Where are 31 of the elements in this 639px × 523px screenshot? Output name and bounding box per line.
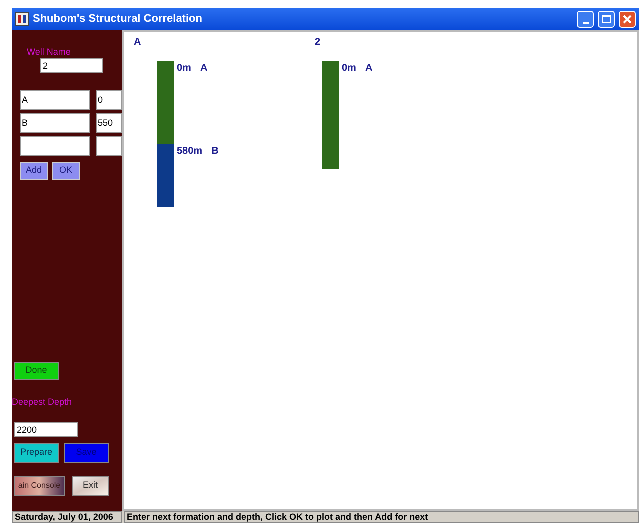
formation-label: B — [212, 146, 219, 158]
depth-field[interactable] — [96, 136, 122, 156]
status-message: Enter next formation and depth, Click OK to plot and then Add for next — [124, 511, 639, 523]
well-name: 2 — [315, 37, 321, 49]
exit-button[interactable]: Exit — [72, 476, 109, 496]
formation-field[interactable]: A — [20, 90, 90, 110]
formation-label: A — [365, 63, 373, 75]
well-name-field[interactable]: 2 — [40, 58, 103, 73]
close-icon — [623, 14, 632, 24]
deepest-depth-field[interactable]: 2200 — [14, 422, 78, 437]
deepest-depth-label: Deepest Depth — [12, 397, 72, 407]
window-title: Shubom's Structural Correlation — [33, 12, 202, 27]
well-name-label: Well Name — [27, 47, 71, 57]
depth-label: 0m — [342, 63, 356, 75]
done-button[interactable]: Done — [14, 362, 59, 380]
app-icon — [15, 12, 29, 26]
depth-field[interactable]: 0 — [96, 90, 122, 110]
well-name: A — [134, 37, 142, 49]
depth-field[interactable]: 550 — [96, 113, 122, 133]
depth-label: 580m — [177, 146, 203, 158]
status-date: Saturday, July 01, 2006 — [12, 511, 122, 523]
ok-button[interactable]: OK — [52, 162, 80, 180]
formation-field[interactable] — [20, 136, 90, 156]
formation-field[interactable]: B — [20, 113, 90, 133]
maximize-button[interactable] — [598, 10, 615, 28]
close-button[interactable] — [619, 10, 636, 28]
add-button[interactable]: Add — [20, 162, 48, 180]
minimize-button[interactable] — [577, 10, 594, 28]
depth-label: 0m — [177, 63, 192, 75]
prepare-button[interactable]: Prepare — [14, 443, 59, 463]
formation-label: A — [200, 63, 208, 75]
